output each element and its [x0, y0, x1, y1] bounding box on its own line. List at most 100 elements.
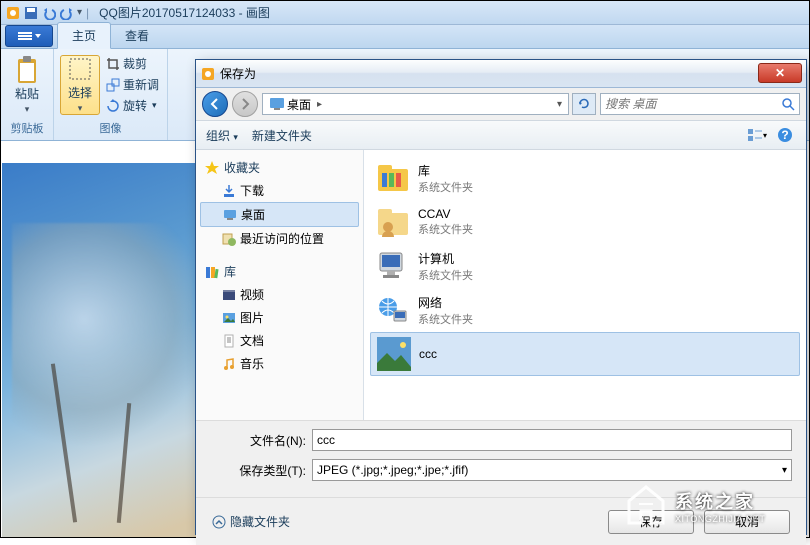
- image-thumb-icon: [377, 337, 411, 371]
- nav-item-videos[interactable]: 视频: [200, 283, 359, 306]
- window-title: QQ图片20170517124033 - 画图: [99, 4, 270, 21]
- computer-icon: [376, 249, 410, 283]
- group-label-image: 图像: [98, 118, 124, 138]
- resize-label: 重新调: [123, 76, 159, 93]
- recent-icon: [222, 232, 236, 246]
- dialog-nav-row: 桌面▸ ▾: [196, 88, 806, 120]
- favorites-label: 收藏夹: [224, 159, 260, 176]
- watermark-logo-icon: [623, 483, 669, 529]
- arrow-left-icon: [208, 97, 222, 111]
- arrow-right-icon: [238, 97, 252, 111]
- ribbon-group-clipboard: 粘贴 ▾ 剪贴板: [1, 49, 54, 140]
- nav-item-pictures[interactable]: 图片: [200, 306, 359, 329]
- file-subtitle: 系统文件夹: [418, 179, 473, 195]
- back-button[interactable]: [202, 91, 228, 117]
- download-icon: [222, 184, 236, 198]
- file-name: 计算机: [418, 250, 473, 267]
- breadcrumb[interactable]: 桌面▸ ▾: [262, 93, 569, 115]
- app-titlebar: ▾ | QQ图片20170517124033 - 画图: [1, 1, 809, 25]
- rotate-button[interactable]: 旋转▾: [104, 96, 161, 115]
- save-icon[interactable]: [23, 5, 39, 21]
- resize-icon: [106, 78, 120, 92]
- clipboard-icon: [14, 55, 40, 83]
- separator: |: [86, 6, 89, 20]
- close-button[interactable]: ✕: [758, 63, 802, 83]
- watermark-text-en: XITONGZHIJIA.NET: [675, 514, 765, 524]
- organize-button[interactable]: 组织 ▾: [206, 127, 238, 144]
- new-folder-button[interactable]: 新建文件夹: [252, 127, 312, 144]
- redo-icon[interactable]: [59, 5, 75, 21]
- libraries-folder-icon: [376, 161, 410, 195]
- chevron-down-icon[interactable]: ▾: [553, 99, 566, 110]
- nav-item-label: 下载: [240, 182, 264, 199]
- filename-input[interactable]: [312, 429, 792, 451]
- dialog-title: 保存为: [220, 65, 256, 82]
- search-field[interactable]: [605, 97, 795, 111]
- file-item-ccc[interactable]: ccc: [370, 332, 800, 376]
- qat-dropdown-icon[interactable]: ▾: [77, 7, 82, 18]
- file-list[interactable]: 库系统文件夹 CCAV系统文件夹 计算机系统文件夹 网络系统文件夹 ccc: [364, 150, 806, 420]
- nav-item-downloads[interactable]: 下载: [200, 179, 359, 202]
- chevron-down-icon: ▾: [25, 104, 30, 115]
- search-input[interactable]: [600, 93, 800, 115]
- group-label-clipboard: 剪贴板: [9, 118, 46, 138]
- favorites-header[interactable]: 收藏夹: [200, 156, 359, 179]
- select-button[interactable]: 选择 ▾: [60, 55, 100, 115]
- crop-icon: [106, 57, 120, 71]
- breadcrumb-root[interactable]: 桌面▸: [265, 94, 326, 115]
- nav-item-label: 桌面: [241, 206, 265, 223]
- nav-item-label: 音乐: [240, 355, 264, 372]
- file-item-ccav[interactable]: CCAV系统文件夹: [370, 200, 800, 244]
- chevron-down-icon: ▾: [782, 465, 787, 476]
- document-icon: [222, 334, 236, 348]
- hide-folders-button[interactable]: 隐藏文件夹: [212, 513, 290, 530]
- file-menu-button[interactable]: [5, 25, 53, 47]
- user-folder-icon: [376, 205, 410, 239]
- libraries-header[interactable]: 库: [200, 260, 359, 283]
- nav-item-documents[interactable]: 文档: [200, 329, 359, 352]
- file-item-computer[interactable]: 计算机系统文件夹: [370, 244, 800, 288]
- file-item-network[interactable]: 网络系统文件夹: [370, 288, 800, 332]
- star-icon: [204, 160, 220, 176]
- file-name: 网络: [418, 294, 473, 311]
- crop-button[interactable]: 裁剪: [104, 54, 161, 73]
- file-name: ccc: [419, 347, 437, 361]
- resize-button[interactable]: 重新调: [104, 75, 161, 94]
- chevron-up-circle-icon: [212, 515, 226, 529]
- refresh-button[interactable]: [572, 93, 596, 115]
- tab-view[interactable]: 查看: [111, 23, 163, 48]
- file-name: 库: [418, 162, 473, 179]
- file-subtitle: 系统文件夹: [418, 311, 473, 327]
- libraries-label: 库: [224, 263, 236, 280]
- ribbon-group-image: 选择 ▾ 裁剪 重新调 旋转▾ 图像: [54, 49, 168, 140]
- filetype-value: JPEG (*.jpg;*.jpeg;*.jpe;*.jfif): [317, 463, 468, 477]
- refresh-icon: [577, 97, 591, 111]
- paste-label: 粘贴: [15, 85, 39, 102]
- rotate-icon: [106, 99, 120, 113]
- file-item-libraries[interactable]: 库系统文件夹: [370, 156, 800, 200]
- nav-item-desktop[interactable]: 桌面: [200, 202, 359, 227]
- filename-label: 文件名(N):: [210, 432, 306, 449]
- dialog-toolbar: 组织 ▾ 新建文件夹 ▾ ?: [196, 120, 806, 150]
- dialog-titlebar[interactable]: 保存为 ✕: [196, 60, 806, 88]
- view-options-button[interactable]: ▾: [746, 126, 768, 144]
- nav-item-recent[interactable]: 最近访问的位置: [200, 227, 359, 250]
- nav-item-music[interactable]: 音乐: [200, 352, 359, 375]
- undo-icon[interactable]: [41, 5, 57, 21]
- tab-home[interactable]: 主页: [57, 22, 111, 49]
- forward-button[interactable]: [232, 91, 258, 117]
- network-icon: [376, 293, 410, 327]
- select-rect-icon: [67, 56, 93, 82]
- breadcrumb-label: 桌面: [287, 96, 311, 113]
- watermark-text-cn: 系统之家: [675, 488, 765, 514]
- filetype-select[interactable]: JPEG (*.jpg;*.jpeg;*.jpe;*.jfif) ▾: [312, 459, 792, 481]
- canvas-image[interactable]: [2, 163, 212, 537]
- watermark: 系统之家XITONGZHIJIA.NET: [623, 481, 803, 531]
- file-name: CCAV: [418, 207, 473, 221]
- paste-button[interactable]: 粘贴 ▾: [7, 55, 47, 115]
- desktop-icon: [269, 96, 285, 112]
- navigation-pane: 收藏夹 下载 桌面 最近访问的位置 库 视频 图片 文档 音乐: [196, 150, 364, 420]
- help-button[interactable]: ?: [774, 126, 796, 144]
- file-subtitle: 系统文件夹: [418, 267, 473, 283]
- save-as-dialog: 保存为 ✕ 桌面▸ ▾ 组织 ▾ 新建文件夹 ▾ ? 收藏夹 下载: [195, 59, 807, 535]
